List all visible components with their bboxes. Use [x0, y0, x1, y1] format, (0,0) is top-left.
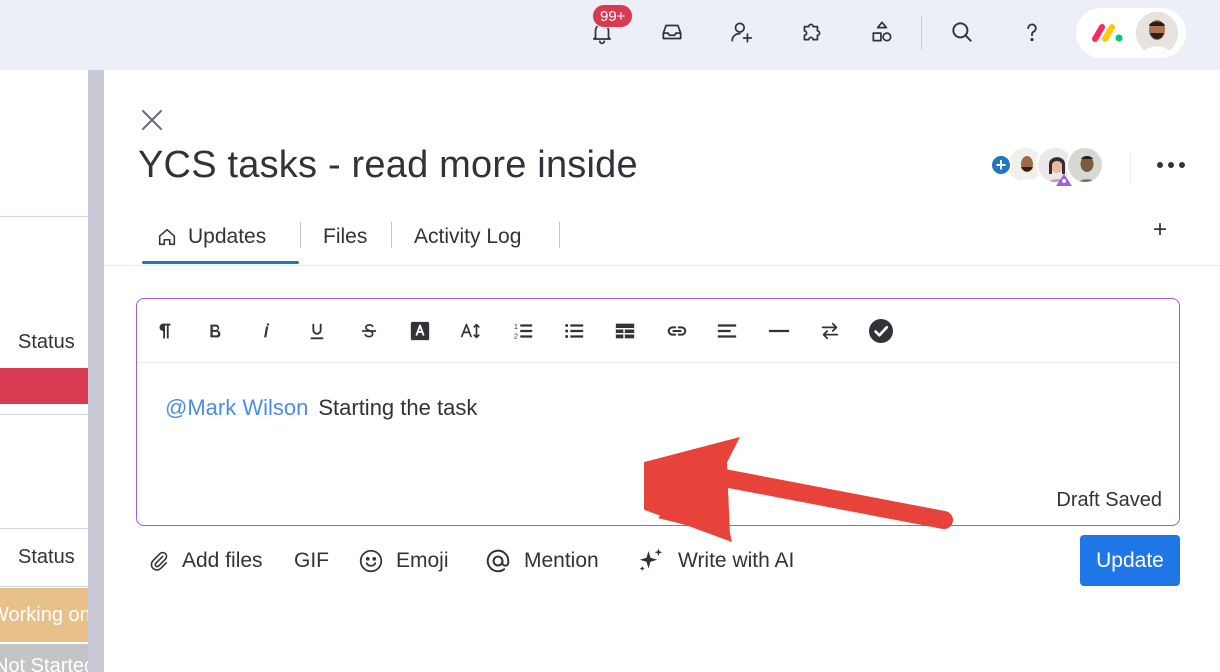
- numbered-list-icon[interactable]: 12: [509, 317, 537, 345]
- gif-label: GIF: [294, 549, 329, 572]
- account-switcher[interactable]: [1076, 8, 1186, 58]
- inbox-icon[interactable]: [654, 14, 690, 50]
- status-cell-not-started[interactable]: Not Started: [0, 644, 88, 672]
- item-panel: YCS tasks - read more inside + Updates F…: [104, 70, 1220, 672]
- underline-icon[interactable]: [303, 317, 331, 345]
- active-tab-indicator: [142, 261, 299, 264]
- emoji-label: Emoji: [396, 549, 449, 572]
- subscribers[interactable]: +: [988, 142, 1108, 188]
- editor-actions: Add files GIF Emoji Mention Write with A…: [144, 536, 1184, 586]
- close-icon[interactable]: [138, 106, 166, 134]
- divider-icon[interactable]: [765, 317, 793, 345]
- invite-member-icon[interactable]: [724, 14, 760, 50]
- mention-tag[interactable]: @Mark Wilson: [165, 395, 308, 420]
- status-cell-stuck[interactable]: [0, 368, 88, 404]
- add-files-label: Add files: [182, 549, 263, 572]
- checklist-icon[interactable]: [867, 317, 895, 345]
- write-with-ai-button[interactable]: Write with AI: [636, 544, 794, 578]
- editor-body-text: Starting the task: [318, 395, 478, 420]
- status-cell-working[interactable]: Working on it: [0, 588, 88, 642]
- monday-logo-icon: [1092, 24, 1123, 42]
- sparkle-icon: [636, 546, 666, 576]
- direction-icon[interactable]: [816, 317, 844, 345]
- font-size-icon[interactable]: [457, 317, 485, 345]
- bullet-list-icon[interactable]: [560, 317, 588, 345]
- apps-puzzle-icon[interactable]: [794, 14, 830, 50]
- tab-updates[interactable]: Updates: [156, 210, 266, 264]
- mention-label: Mention: [524, 549, 599, 572]
- write-with-ai-label: Write with AI: [678, 549, 795, 572]
- svg-text:2: 2: [514, 331, 518, 340]
- board-background: Status Status Working on it Not Started: [0, 70, 90, 672]
- status-column-header: Status: [18, 546, 75, 568]
- add-files-button[interactable]: Add files: [148, 544, 263, 578]
- mention-button[interactable]: Mention: [484, 544, 599, 578]
- tab-separator: [559, 222, 560, 248]
- draft-status: Draft Saved: [1056, 489, 1162, 511]
- paperclip-icon: [148, 549, 170, 573]
- row-divider: [0, 586, 90, 587]
- link-icon[interactable]: [663, 317, 691, 345]
- svg-text:1: 1: [514, 322, 518, 331]
- editor-toolbar: 12: [137, 299, 1179, 363]
- item-title[interactable]: YCS tasks - read more inside: [138, 144, 638, 187]
- text-color-icon[interactable]: [406, 317, 434, 345]
- help-icon[interactable]: [1014, 14, 1050, 50]
- tabs-divider: [104, 265, 1220, 266]
- emoji-icon: [358, 548, 384, 574]
- tab-files[interactable]: Files: [323, 210, 367, 264]
- user-avatar[interactable]: [1136, 12, 1178, 54]
- emoji-button[interactable]: Emoji: [358, 544, 449, 578]
- search-icon[interactable]: [944, 14, 980, 50]
- strikethrough-icon[interactable]: [355, 317, 383, 345]
- add-view-button[interactable]: +: [1148, 218, 1172, 242]
- top-bar: 99+: [0, 0, 1220, 70]
- at-sign-icon: [484, 547, 512, 575]
- toolbar-divider: [921, 16, 922, 50]
- update-button[interactable]: Update: [1080, 535, 1180, 586]
- home-icon: [156, 226, 178, 248]
- more-options-icon[interactable]: [1154, 150, 1188, 180]
- tab-separator: [300, 222, 301, 248]
- tab-activity-log[interactable]: Activity Log: [414, 210, 521, 264]
- gif-button[interactable]: GIF: [294, 544, 329, 578]
- row-divider: [0, 216, 90, 217]
- tab-label: Activity Log: [414, 225, 522, 248]
- status-column-header: Status: [18, 331, 75, 353]
- row-divider: [0, 414, 90, 415]
- header-divider: [1130, 154, 1131, 184]
- paragraph-icon[interactable]: [151, 317, 179, 345]
- editor-content[interactable]: @Mark Wilson Starting the task: [165, 395, 477, 421]
- panel-edge: [88, 70, 104, 672]
- tab-label: Files: [323, 225, 368, 248]
- add-subscriber-icon[interactable]: +: [990, 154, 1012, 176]
- tab-label: Updates: [188, 225, 267, 248]
- row-divider: [0, 528, 90, 529]
- align-icon[interactable]: [713, 317, 741, 345]
- notifications-badge: 99+: [592, 4, 634, 28]
- guest-badge-icon: [1056, 174, 1072, 186]
- bold-icon[interactable]: [201, 317, 229, 345]
- shapes-icon[interactable]: [864, 14, 900, 50]
- table-icon[interactable]: [611, 317, 639, 345]
- tab-separator: [391, 222, 392, 248]
- italic-icon[interactable]: [253, 317, 281, 345]
